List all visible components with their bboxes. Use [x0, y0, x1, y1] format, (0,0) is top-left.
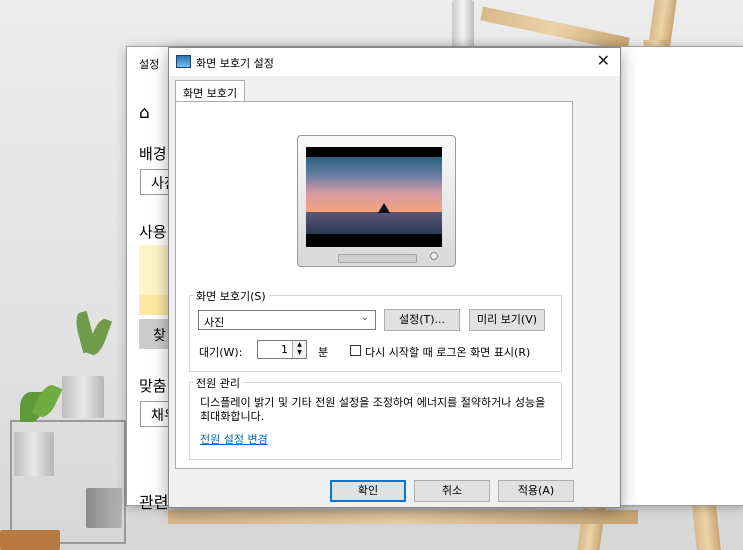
apply-button[interactable]: 적용(A) [498, 480, 574, 502]
dialog-titlebar[interactable]: 화면 보호기 설정 ✕ [169, 48, 620, 76]
ok-button[interactable]: 확인 [330, 480, 406, 502]
settings-title: 설정 [139, 58, 160, 71]
plant-pot [62, 376, 104, 418]
chevron-down-icon: ⌄ [360, 312, 369, 323]
dialog-title: 화면 보호기 설정 [196, 57, 274, 70]
screensaver-group-label: 화면 보호기(S) [193, 288, 269, 304]
preview-sea [306, 212, 442, 234]
screensaver-select[interactable]: 사진 ⌄ [198, 310, 376, 330]
monitor-stand [338, 254, 417, 263]
lamp-decoration [452, 0, 474, 48]
cancel-button[interactable]: 취소 [414, 480, 490, 502]
screensaver-select-value: 사진 [204, 316, 225, 329]
preview-button[interactable]: 미리 보기(V) [469, 309, 545, 331]
wooden-box [0, 530, 60, 550]
wait-stepper[interactable]: 1 ▲ ▼ [257, 340, 307, 359]
close-icon[interactable]: ✕ [597, 51, 610, 70]
background-label: 배경 [139, 145, 167, 163]
screensaver-group [189, 295, 562, 372]
monitor-preview [297, 135, 456, 267]
wait-unit: 분 [318, 346, 329, 359]
related-label: 관련 [139, 493, 169, 512]
resume-checkbox-label[interactable]: 다시 시작할 때 로그온 화면 표시(R) [365, 344, 530, 360]
plant-pot [86, 488, 122, 528]
tab-panel: 화면 보호기(S) 전원 관리 디스플레이 밝기 및 기타 전원 설정을 조정하… [175, 101, 573, 469]
usage-label: 사용 [139, 223, 167, 241]
power-settings-link[interactable]: 전원 설정 변경 [200, 431, 268, 447]
screensaver-dialog: 화면 보호기 설정 ✕ 화면 보호기 화면 보호기(S) 전원 관리 디스플레이… [168, 47, 621, 508]
wait-value: 1 [281, 343, 288, 356]
preview-sky [306, 157, 442, 212]
resume-checkbox[interactable] [350, 345, 361, 356]
power-knob-icon [430, 252, 438, 260]
whale-tail-icon [378, 203, 390, 213]
plant-pot [14, 432, 54, 476]
easel-base [168, 510, 638, 524]
stepper-arrows-icon[interactable]: ▲ ▼ [292, 341, 306, 358]
power-group-label: 전원 관리 [193, 375, 243, 391]
fit-label: 맞춤 [139, 377, 167, 395]
wait-label: 대기(W): [199, 346, 243, 359]
monitor-icon [176, 55, 191, 68]
power-description: 디스플레이 밝기 및 기타 전원 설정을 조정하여 에너지를 절약하거나 성능을… [200, 396, 546, 423]
tab-screensaver[interactable]: 화면 보호기 [175, 80, 245, 101]
screensaver-settings-button[interactable]: 설정(T)... [384, 309, 460, 331]
preview-screen [306, 147, 442, 247]
home-icon[interactable]: ⌂ [139, 103, 150, 123]
